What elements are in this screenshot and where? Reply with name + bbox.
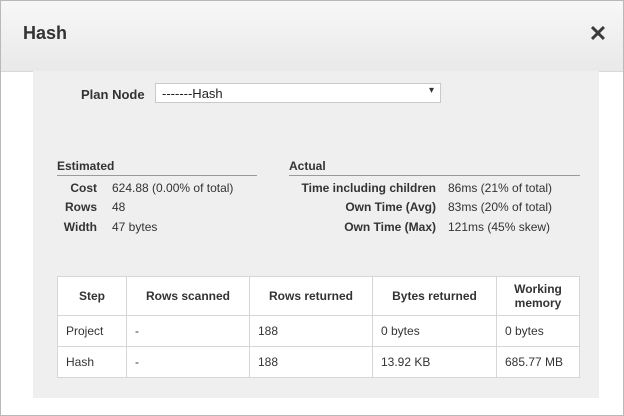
actual-time-children-label: Time including children <box>301 181 436 195</box>
cell-working-memory: 685.77 MB <box>496 346 580 378</box>
plan-node-selected-value: -------Hash <box>162 86 223 101</box>
column-header-working-memory: Working memory <box>496 276 580 316</box>
cell-step: Project <box>57 315 127 347</box>
estimated-width-label: Width <box>63 220 97 234</box>
close-icon[interactable]: ✕ <box>585 21 611 47</box>
plan-node-panel: Plan Node -------Hash ▾ Estimated Cost 6… <box>33 71 599 398</box>
actual-divider <box>289 175 580 176</box>
column-header-rows-returned: Rows returned <box>249 276 373 316</box>
steps-table: Step Rows scanned Rows returned Bytes re… <box>57 276 580 378</box>
column-header-bytes-returned: Bytes returned <box>372 276 497 316</box>
cell-working-memory: 0 bytes <box>496 315 580 347</box>
estimated-divider <box>57 175 257 176</box>
column-header-step: Step <box>57 276 127 316</box>
dialog-titlebar: Hash ✕ <box>1 1 623 72</box>
cell-rows-scanned: - <box>126 346 250 378</box>
dialog-title: Hash <box>23 23 68 43</box>
cell-step: Hash <box>57 346 127 378</box>
actual-time-children-value: 86ms (21% of total) <box>448 181 553 195</box>
chevron-down-icon: ▾ <box>428 85 434 96</box>
actual-heading: Actual <box>289 159 326 173</box>
cell-rows-returned: 188 <box>249 346 373 378</box>
actual-own-time-avg-label: Own Time (Avg) <box>345 200 436 214</box>
actual-own-time-max-value: 121ms (45% skew) <box>448 220 551 234</box>
plan-node-label: Plan Node <box>81 87 145 102</box>
cell-rows-scanned: - <box>126 315 250 347</box>
plan-node-select[interactable]: -------Hash ▾ <box>155 83 441 103</box>
estimated-rows-label: Rows <box>64 200 97 214</box>
estimated-rows-value: 48 <box>112 200 126 214</box>
column-header-rows-scanned: Rows scanned <box>126 276 250 316</box>
estimated-width-value: 47 bytes <box>112 220 158 234</box>
table-row: Hash - 188 13.92 KB 685.77 MB <box>57 346 580 378</box>
hash-dialog: Hash ✕ Plan Node -------Hash ▾ Estimated… <box>0 0 624 416</box>
actual-own-time-max-label: Own Time (Max) <box>344 220 436 234</box>
cell-rows-returned: 188 <box>249 315 373 347</box>
estimated-cost-label: Cost <box>70 181 97 195</box>
table-header-row: Step Rows scanned Rows returned Bytes re… <box>57 276 580 316</box>
estimated-cost-value: 624.88 (0.00% of total) <box>112 181 234 195</box>
cell-bytes-returned: 13.92 KB <box>372 346 497 378</box>
table-row: Project - 188 0 bytes 0 bytes <box>57 315 580 347</box>
cell-bytes-returned: 0 bytes <box>372 315 497 347</box>
actual-own-time-avg-value: 83ms (20% of total) <box>448 200 553 214</box>
estimated-heading: Estimated <box>57 159 115 173</box>
